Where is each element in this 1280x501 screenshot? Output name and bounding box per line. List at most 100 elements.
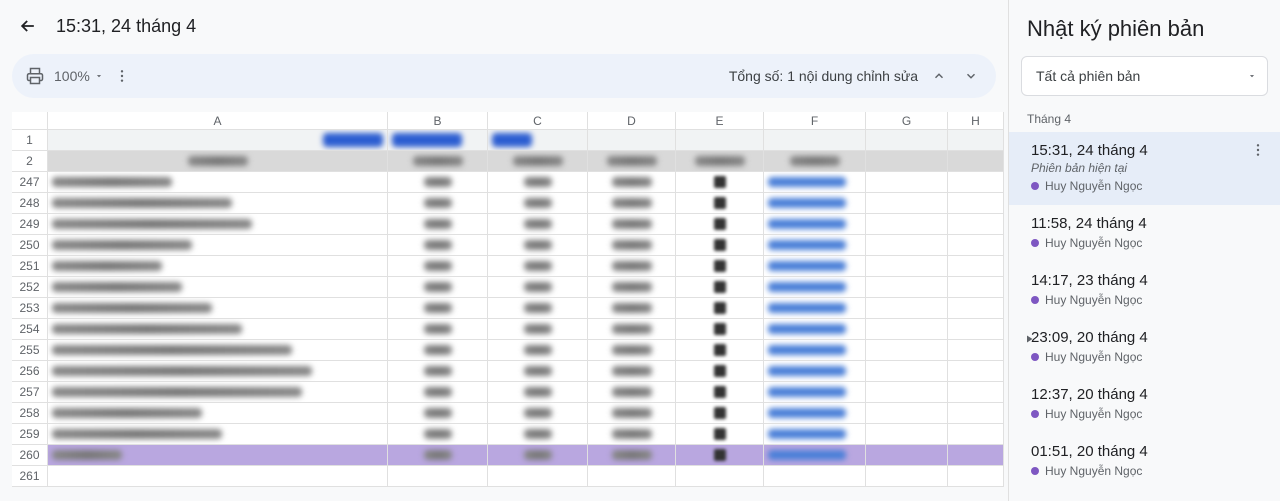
cell[interactable]	[948, 298, 1004, 319]
column-header[interactable]: A	[48, 112, 388, 130]
cell[interactable]	[588, 277, 676, 298]
cell[interactable]	[48, 466, 388, 487]
cell[interactable]	[48, 214, 388, 235]
cell[interactable]	[588, 214, 676, 235]
cell[interactable]	[588, 466, 676, 487]
cell[interactable]	[676, 424, 764, 445]
cell[interactable]	[488, 214, 588, 235]
cell[interactable]	[488, 382, 588, 403]
cell[interactable]	[948, 361, 1004, 382]
back-button[interactable]	[16, 14, 40, 38]
row-header[interactable]: 254	[12, 319, 48, 340]
cell[interactable]	[948, 172, 1004, 193]
cell[interactable]	[588, 256, 676, 277]
select-all-corner[interactable]	[12, 112, 48, 130]
cell[interactable]	[388, 298, 488, 319]
cell[interactable]	[764, 382, 866, 403]
cell[interactable]	[948, 151, 1004, 172]
cell[interactable]	[948, 403, 1004, 424]
version-filter-dropdown[interactable]: Tất cả phiên bản	[1021, 56, 1268, 96]
row-header[interactable]: 247	[12, 172, 48, 193]
row-header[interactable]: 251	[12, 256, 48, 277]
cell[interactable]	[488, 466, 588, 487]
cell[interactable]	[48, 361, 388, 382]
cell[interactable]	[48, 319, 388, 340]
cell[interactable]	[388, 424, 488, 445]
more-menu-icon[interactable]	[114, 68, 130, 84]
cell[interactable]	[866, 214, 948, 235]
row-header[interactable]: 253	[12, 298, 48, 319]
cell[interactable]	[588, 382, 676, 403]
cell[interactable]	[588, 172, 676, 193]
version-item[interactable]: 14:17, 23 tháng 4Huy Nguyễn Ngọc	[1021, 262, 1268, 319]
cell[interactable]	[676, 403, 764, 424]
cell[interactable]	[48, 403, 388, 424]
cell[interactable]	[866, 340, 948, 361]
cell[interactable]	[588, 151, 676, 172]
cell[interactable]	[676, 319, 764, 340]
cell[interactable]	[866, 382, 948, 403]
cell[interactable]	[488, 256, 588, 277]
column-header[interactable]: D	[588, 112, 676, 130]
row-header[interactable]: 1	[12, 130, 48, 151]
cell[interactable]	[488, 340, 588, 361]
cell[interactable]	[48, 445, 388, 466]
cell[interactable]	[764, 424, 866, 445]
cell[interactable]	[676, 235, 764, 256]
version-more-icon[interactable]	[1250, 142, 1266, 158]
next-change-button[interactable]	[960, 65, 982, 87]
row-header[interactable]: 256	[12, 361, 48, 382]
cell[interactable]	[388, 403, 488, 424]
cell[interactable]	[676, 130, 764, 151]
cell[interactable]	[588, 235, 676, 256]
column-header[interactable]: C	[488, 112, 588, 130]
cell[interactable]	[48, 151, 388, 172]
cell[interactable]	[488, 151, 588, 172]
cell[interactable]	[588, 445, 676, 466]
row-header[interactable]: 2	[12, 151, 48, 172]
cell[interactable]	[676, 445, 764, 466]
cell[interactable]	[588, 424, 676, 445]
row-header[interactable]: 248	[12, 193, 48, 214]
cell[interactable]	[676, 151, 764, 172]
cell[interactable]	[948, 445, 1004, 466]
cell[interactable]	[48, 424, 388, 445]
cell[interactable]	[866, 256, 948, 277]
row-header[interactable]: 261	[12, 466, 48, 487]
cell[interactable]	[948, 424, 1004, 445]
cell[interactable]	[948, 256, 1004, 277]
print-icon[interactable]	[26, 67, 44, 85]
cell[interactable]	[588, 130, 676, 151]
cell[interactable]	[488, 361, 588, 382]
cell[interactable]	[764, 235, 866, 256]
cell[interactable]	[388, 172, 488, 193]
cell[interactable]	[676, 277, 764, 298]
column-header[interactable]: B	[388, 112, 488, 130]
cell[interactable]	[764, 172, 866, 193]
cell[interactable]	[866, 445, 948, 466]
cell[interactable]	[764, 466, 866, 487]
cell[interactable]	[588, 340, 676, 361]
cell[interactable]	[948, 130, 1004, 151]
cell[interactable]	[488, 277, 588, 298]
column-header[interactable]: G	[866, 112, 948, 130]
row-header[interactable]: 258	[12, 403, 48, 424]
cell[interactable]	[764, 361, 866, 382]
expand-icon[interactable]	[1023, 333, 1035, 345]
column-header[interactable]: F	[764, 112, 866, 130]
cell[interactable]	[488, 424, 588, 445]
version-item[interactable]: 12:37, 20 tháng 4Huy Nguyễn Ngọc	[1021, 376, 1268, 433]
cell[interactable]	[764, 256, 866, 277]
cell[interactable]	[866, 277, 948, 298]
version-item[interactable]: 23:09, 20 tháng 4Huy Nguyễn Ngọc	[1021, 319, 1268, 376]
cell[interactable]	[948, 214, 1004, 235]
cell[interactable]	[388, 319, 488, 340]
cell[interactable]	[388, 151, 488, 172]
prev-change-button[interactable]	[928, 65, 950, 87]
cell[interactable]	[676, 298, 764, 319]
cell[interactable]	[388, 193, 488, 214]
column-header[interactable]: H	[948, 112, 1004, 130]
cell[interactable]	[676, 256, 764, 277]
cell[interactable]	[948, 193, 1004, 214]
cell[interactable]	[676, 361, 764, 382]
